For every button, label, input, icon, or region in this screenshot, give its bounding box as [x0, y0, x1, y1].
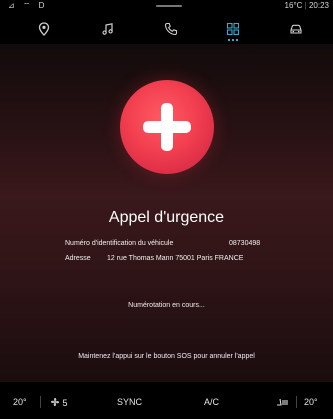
fan-level: 5	[62, 398, 68, 408]
location-pin-icon	[38, 22, 50, 36]
emergency-call-panel: Appel d'urgence Numéro d'identification …	[0, 44, 333, 382]
status-right: 16°C | 20:23	[284, 1, 329, 10]
cancel-hint: Maintenez l'appui sur le bouton SOS pour…	[78, 353, 255, 360]
outside-temperature: 16°C	[284, 1, 303, 10]
climate-bar: 20° 5 SYNC A/C 20°	[0, 382, 333, 419]
top-navigation	[0, 14, 333, 44]
nav-navigation[interactable]	[26, 14, 62, 44]
call-status: Numérotation en cours...	[128, 302, 205, 309]
ac-button[interactable]: A/C	[204, 397, 219, 407]
page-title: Appel d'urgence	[108, 209, 225, 226]
address-label: Adresse	[65, 255, 91, 262]
apps-grid-icon	[226, 22, 240, 36]
plus-icon-vertical	[161, 103, 173, 151]
vin-label: Numéro d'identification du véhicule	[65, 240, 174, 247]
car-icon	[290, 24, 302, 34]
phone-icon	[164, 22, 178, 36]
status-icons: ⊿ ⌔ D	[8, 1, 48, 10]
vin-value: 08730498	[229, 240, 261, 247]
clock: 20:23	[308, 1, 329, 10]
music-note-icon	[102, 23, 113, 35]
seat-heat-icon	[277, 398, 288, 406]
fan-icon	[51, 398, 59, 406]
left-temperature[interactable]: 20°	[13, 397, 27, 407]
right-temperature[interactable]: 20°	[304, 397, 318, 407]
pull-down-handle[interactable]	[156, 5, 182, 7]
nav-media[interactable]	[90, 14, 126, 44]
status-bar: ⊿ ⌔ D 16°C | 20:23	[0, 0, 333, 12]
divider-right	[296, 396, 297, 408]
divider	[40, 396, 41, 408]
fan-control[interactable]: 5	[50, 397, 68, 408]
nav-phone[interactable]	[153, 14, 189, 44]
address-value: 12 rue Thomas Mann 75001 Paris FRANCE	[107, 255, 244, 262]
seat-heating-button[interactable]	[276, 397, 288, 409]
nav-apps[interactable]	[215, 14, 251, 44]
sync-button[interactable]: SYNC	[117, 397, 142, 407]
emergency-call-button[interactable]	[120, 80, 214, 174]
nav-vehicle[interactable]	[278, 14, 314, 44]
